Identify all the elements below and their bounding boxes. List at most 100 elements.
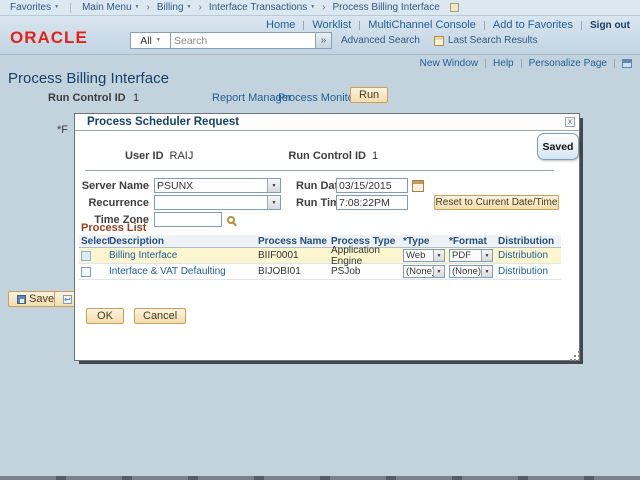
cancel-button[interactable]: Cancel: [134, 308, 186, 324]
user-id-label: User ID: [125, 150, 164, 162]
main-menu[interactable]: Main Menu ▼: [82, 2, 139, 13]
type-select[interactable]: (None) ▼: [403, 265, 445, 278]
table-row-process-name: BIJOBI01: [258, 264, 331, 280]
table-row-process-name: BIIF0001: [258, 248, 331, 264]
copy-url-icon[interactable]: [622, 59, 632, 68]
breadcrumb: Favorites ▼ Main Menu ▼ › Billing ▼ › In…: [0, 0, 640, 16]
last-search-results[interactable]: Last Search Results: [434, 35, 538, 46]
breadcrumb-label: Interface Transactions: [209, 2, 307, 13]
chevron-down-icon: ▼: [156, 38, 161, 43]
chevron-down-icon: ▼: [54, 5, 59, 10]
last-search-results-icon: [434, 36, 444, 46]
run-date-input[interactable]: [336, 178, 408, 193]
page-chrome-links: New Window Help Personalize Page: [420, 58, 632, 69]
worklist-link[interactable]: Worklist: [312, 19, 351, 31]
breadcrumb-label: Billing: [157, 2, 184, 13]
page-title: Process Billing Interface: [8, 70, 169, 87]
process-monitor-link[interactable]: Process Monitor: [278, 92, 357, 104]
form-row-recurrence: Recurrence ▼ Run Time Reset to Current D…: [75, 195, 579, 210]
col-header-type: *Type: [403, 235, 449, 248]
ok-button[interactable]: OK: [86, 308, 124, 324]
server-name-value: PSUNX: [155, 180, 267, 192]
chevron-down-icon[interactable]: ▼: [267, 179, 280, 192]
save-disk-icon: [17, 295, 26, 304]
chevron-down-icon[interactable]: ▼: [433, 250, 444, 261]
col-header-format: *Format: [449, 235, 498, 248]
row-checkbox[interactable]: [81, 267, 91, 277]
help-link[interactable]: Help: [493, 58, 514, 69]
chevron-down-icon[interactable]: ▼: [267, 196, 280, 209]
id-row: User ID RAIJ Run Control ID 1: [125, 150, 559, 162]
chevron-down-icon[interactable]: ▼: [481, 250, 492, 261]
recurrence-select[interactable]: ▼: [154, 195, 281, 210]
form-row-server: Server Name PSUNX ▼ Run Date: [75, 178, 579, 193]
personalize-page-link[interactable]: Personalize Page: [529, 58, 607, 69]
divider: [70, 3, 71, 13]
breadcrumb-item-process-billing-interface[interactable]: Process Billing Interface: [333, 2, 440, 13]
search-bar: All ▼ » Advanced Search Last Search Resu…: [130, 32, 537, 49]
table-row-distribution: Distribution: [498, 264, 561, 280]
server-name-select[interactable]: PSUNX ▼: [154, 178, 281, 193]
chevron-down-icon[interactable]: ▼: [433, 266, 444, 277]
lookup-search-icon[interactable]: [227, 216, 235, 224]
table-row-type: (None) ▼: [403, 264, 449, 280]
dialog-actions: OK Cancel: [86, 308, 186, 324]
advanced-search-link[interactable]: Advanced Search: [341, 35, 420, 46]
process-list-title: Process List: [81, 222, 146, 234]
divider: [303, 21, 304, 30]
table-row-process-type: Application Engine: [331, 248, 403, 264]
last-search-results-label: Last Search Results: [448, 35, 538, 46]
home-link[interactable]: Home: [266, 19, 295, 31]
recurrence-label: Recurrence: [79, 197, 149, 209]
format-select[interactable]: PDF ▼: [449, 249, 493, 262]
add-to-favorites-link[interactable]: Add to Favorites: [493, 19, 573, 31]
calendar-icon[interactable]: [412, 180, 424, 192]
search-scope-value: All: [140, 35, 152, 47]
dialog-title: Process Scheduler Request: [87, 116, 239, 128]
run-time-input[interactable]: [336, 195, 408, 210]
divider: [521, 59, 522, 68]
search-go-button[interactable]: »: [316, 32, 332, 49]
distribution-link[interactable]: Distribution: [498, 266, 548, 277]
breadcrumb-item-interface-transactions[interactable]: Interface Transactions ▼: [209, 2, 315, 13]
table-row-select: [79, 248, 109, 264]
reset-date-time-button[interactable]: Reset to Current Date/Time: [434, 195, 559, 210]
occluded-field-label: *F: [57, 124, 68, 136]
new-window-link[interactable]: New Window: [420, 58, 478, 69]
form-row-timezone: Time Zone: [75, 212, 579, 227]
multichannel-console-link[interactable]: MultiChannel Console: [368, 19, 476, 31]
favorites-menu[interactable]: Favorites ▼: [10, 2, 59, 13]
table-row-type: Web ▼: [403, 248, 449, 264]
chevron-down-icon[interactable]: ▼: [481, 266, 492, 277]
process-description-link[interactable]: Interface & VAT Defaulting: [109, 266, 226, 277]
time-zone-input[interactable]: [154, 212, 222, 227]
breadcrumb-label: Process Billing Interface: [333, 2, 440, 13]
table-row-process-type: PSJob: [331, 264, 403, 280]
user-id-value: RAIJ: [170, 150, 194, 162]
row-checkbox[interactable]: [81, 251, 91, 261]
type-select[interactable]: Web ▼: [403, 249, 445, 262]
dialog-run-control-id-value: 1: [372, 150, 378, 162]
search-scope-dropdown[interactable]: All ▼: [130, 32, 170, 49]
run-button[interactable]: Run: [350, 87, 388, 103]
format-value: (None): [450, 266, 481, 277]
breadcrumb-item-billing[interactable]: Billing ▼: [157, 2, 192, 13]
breadcrumb-separator: ›: [198, 2, 201, 13]
save-button-label: Save: [29, 293, 54, 305]
divider: [484, 21, 485, 30]
close-icon[interactable]: x: [565, 117, 575, 127]
process-description-link[interactable]: Billing Interface: [109, 250, 177, 261]
favorites-label: Favorites: [10, 2, 51, 13]
search-input[interactable]: [170, 32, 316, 49]
notification-page-icon[interactable]: [450, 3, 459, 12]
format-select[interactable]: (None) ▼: [449, 265, 493, 278]
sign-out-link[interactable]: Sign out: [590, 20, 630, 31]
table-row-select: [79, 264, 109, 280]
dialog-title-bar: Process Scheduler Request x: [75, 114, 579, 131]
distribution-link[interactable]: Distribution: [498, 250, 548, 261]
oracle-logo: ORACLE: [10, 28, 88, 48]
resize-grip-icon[interactable]: [574, 355, 576, 357]
col-header-distribution: Distribution: [498, 235, 561, 248]
divider: [581, 21, 582, 30]
process-scheduler-request-dialog: Process Scheduler Request x Saved User I…: [74, 113, 580, 361]
